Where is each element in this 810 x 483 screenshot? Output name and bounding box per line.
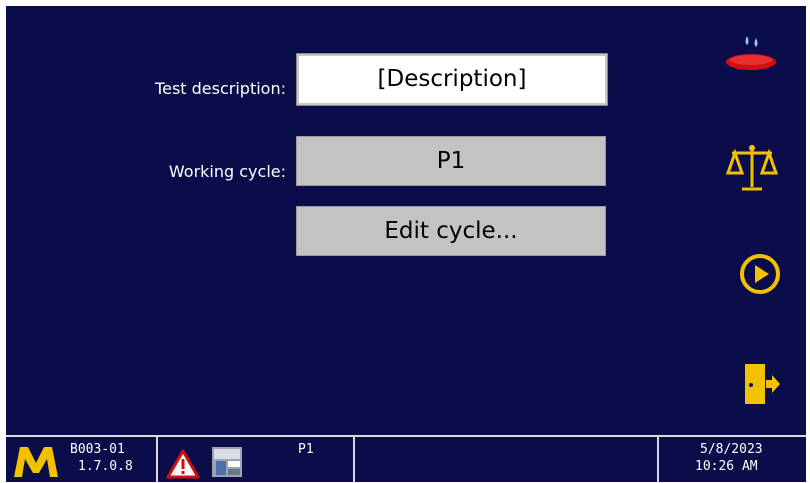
working-cycle-label: Working cycle: [168,162,286,181]
time: 10:26 AM [695,459,758,474]
date: 5/8/2023 [700,442,763,457]
wet-dish-icon[interactable] [722,32,780,72]
test-description-label: Test description: [155,79,286,98]
firmware-version: 1.7.0.8 [78,459,133,474]
test-description-field[interactable]: [Description] [296,53,608,106]
status-separator [657,437,659,482]
working-cycle-field[interactable]: P1 [296,136,606,186]
edit-cycle-button[interactable]: Edit cycle... [296,206,606,256]
main-screen: Test description: [Description] Working … [6,6,806,482]
status-separator [156,437,158,482]
exit-door-icon[interactable] [742,362,782,406]
logo [12,443,60,479]
play-icon[interactable] [739,253,781,295]
device-id: B003-01 [70,442,125,457]
status-separator [353,437,355,482]
status-bar: B003-01 1.7.0.8 P1 5/8/2023 10:26 AM [6,435,806,482]
alarm-icon[interactable] [166,449,200,479]
machine-icon [210,443,246,479]
balance-scale-icon[interactable] [725,141,779,193]
current-cycle: P1 [298,442,314,457]
